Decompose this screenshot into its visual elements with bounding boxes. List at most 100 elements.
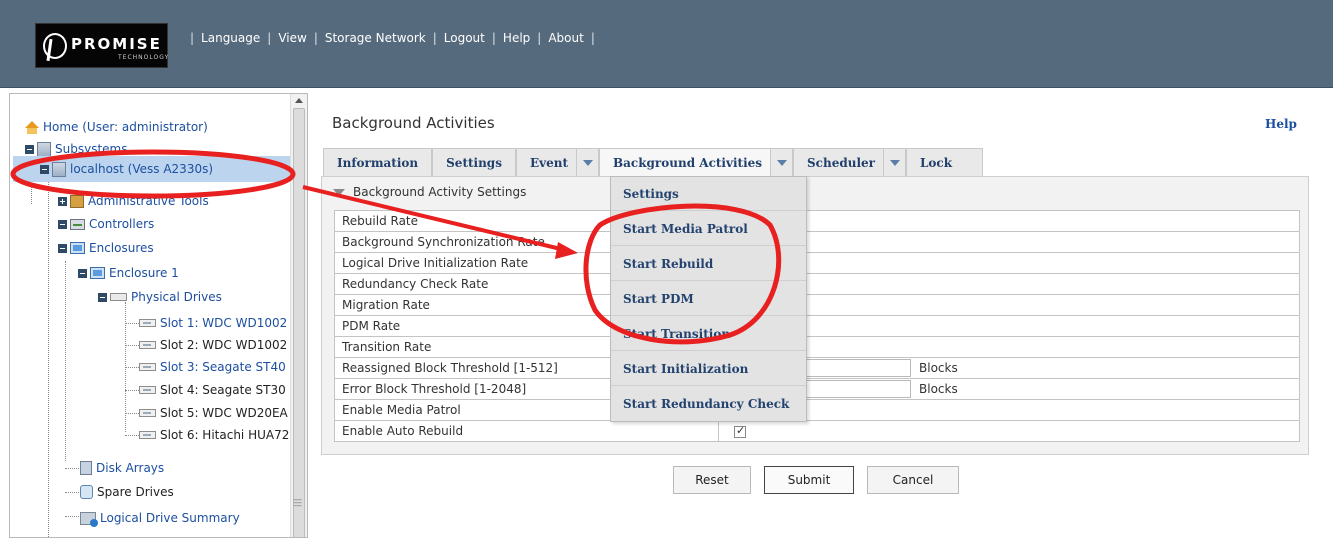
scrollbar-thumb[interactable] [293, 108, 305, 537]
error-threshold-input[interactable] [789, 380, 911, 398]
nav-help[interactable]: Help [503, 31, 530, 45]
tab-bar: Information Settings Event Background Ac… [323, 148, 984, 176]
enable-auto-rebuild-checkbox[interactable] [734, 424, 746, 438]
table-row: Enable Media Patrol [334, 399, 1300, 421]
menu-item-start-redundancy-check[interactable]: Start Redundancy Check [611, 387, 806, 421]
tab-background-activities[interactable]: Background Activities [599, 148, 772, 176]
tree-controllers[interactable]: Controllers [58, 215, 154, 233]
section-header[interactable]: Background Activity Settings [333, 185, 526, 199]
menu-item-start-transition[interactable]: Start Transition [611, 317, 806, 351]
menu-item-settings[interactable]: Settings [611, 177, 806, 211]
tree-scrollbar[interactable]: — — — [290, 94, 307, 537]
drives-icon [110, 293, 127, 301]
table-row: Rebuild Rate [334, 210, 1300, 232]
settings-table: Rebuild Rate Background Synchronization … [334, 210, 1300, 442]
logo-subtext: TECHNOLOGY [118, 54, 170, 61]
logo-text: PROMISE [71, 35, 162, 53]
collapse-icon[interactable] [25, 144, 34, 154]
tree-slot-2[interactable]: Slot 2: WDC WD1002 [139, 336, 287, 354]
table-row: Reassigned Block Threshold [1-512] Block… [334, 357, 1300, 379]
menu-item-start-rebuild[interactable]: Start Rebuild [611, 247, 806, 281]
server-icon [37, 141, 51, 157]
row-label: Enable Auto Rebuild [334, 420, 719, 442]
tree-slot-1[interactable]: Slot 1: WDC WD1002 [139, 314, 287, 332]
navigation-tree: Home (User: administrator) Subsystems lo… [9, 93, 308, 538]
page-title: Background Activities [332, 114, 495, 132]
unit-label: Blocks [919, 381, 958, 396]
drive-icon [139, 341, 156, 349]
tab-lock[interactable]: Lock [905, 148, 984, 176]
enclosure-icon [90, 267, 105, 279]
grip-icon: — — — [293, 495, 302, 511]
tree-slot-6[interactable]: Slot 6: Hitachi HUA72 [139, 426, 289, 444]
tree-enclosure-1[interactable]: Enclosure 1 [78, 264, 179, 282]
tree-slot-4[interactable]: Slot 4: Seagate ST30 [139, 381, 286, 399]
tree-slot-5[interactable]: Slot 5: WDC WD20EA [139, 404, 288, 422]
tab-event-dropdown-icon[interactable] [577, 148, 599, 176]
table-row: Error Block Threshold [1-2048] Blocks [334, 378, 1300, 400]
tab-background-dropdown-icon[interactable] [771, 148, 794, 176]
drive-icon [139, 363, 156, 371]
nav-logout[interactable]: Logout [444, 31, 485, 45]
tree-logical-drive-summary[interactable]: Logical Drive Summary [80, 509, 240, 527]
tab-information[interactable]: Information [323, 148, 433, 176]
controller-icon [70, 218, 85, 230]
expand-icon[interactable] [58, 196, 67, 206]
top-nav: | Language | View | Storage Network | Logout… [190, 31, 595, 45]
tree-physical-drives[interactable]: Physical Drives [98, 288, 222, 306]
table-row: Background Synchronization Rate [334, 231, 1300, 253]
drive-icon [139, 386, 156, 394]
nav-language[interactable]: Language [201, 31, 260, 45]
collapse-icon[interactable] [78, 268, 87, 278]
tree-spare-drives[interactable]: Spare Drives [80, 483, 174, 501]
table-row: Enable Auto Rebuild [334, 420, 1300, 442]
logical-drive-icon [80, 511, 98, 527]
drive-icon [139, 431, 156, 439]
tab-scheduler[interactable]: Scheduler [793, 148, 884, 176]
collapse-icon[interactable] [58, 219, 67, 229]
background-activities-menu: Settings Start Media Patrol Start Rebuil… [610, 176, 807, 422]
reset-button[interactable]: Reset [673, 466, 751, 494]
drive-icon [139, 319, 156, 327]
tree-slot-3[interactable]: Slot 3: Seagate ST40 [139, 358, 286, 376]
collapse-icon[interactable] [40, 164, 49, 174]
submit-button[interactable]: Submit [764, 466, 854, 494]
tree-administrative-tools[interactable]: Administrative Tools [58, 192, 209, 210]
enclosure-icon [70, 242, 85, 254]
table-row: Transition Rate [334, 336, 1300, 358]
tab-settings[interactable]: Settings [432, 148, 516, 176]
nav-view[interactable]: View [278, 31, 306, 45]
tree-home[interactable]: Home (User: administrator) [25, 118, 208, 136]
scroll-up-arrow-icon[interactable] [295, 98, 303, 103]
table-row: PDM Rate [334, 315, 1300, 337]
menu-item-start-media-patrol[interactable]: Start Media Patrol [611, 212, 806, 246]
menu-item-start-pdm[interactable]: Start PDM [611, 282, 806, 316]
home-icon [25, 120, 39, 134]
app-header: PROMISE TECHNOLOGY | Language | View | Stor… [0, 0, 1333, 88]
tab-event[interactable]: Event [515, 148, 577, 176]
cancel-button[interactable]: Cancel [867, 466, 959, 494]
reassigned-threshold-input[interactable] [789, 359, 911, 377]
tree-disk-arrays[interactable]: Disk Arrays [80, 459, 164, 477]
nav-storage-network[interactable]: Storage Network [325, 31, 426, 45]
tree-enclosures[interactable]: Enclosures [58, 239, 154, 257]
help-link[interactable]: Help [1265, 117, 1297, 131]
disk-array-icon [80, 461, 92, 475]
nav-about[interactable]: About [548, 31, 583, 45]
table-row: Migration Rate [334, 294, 1300, 316]
tab-scheduler-dropdown-icon[interactable] [883, 148, 906, 176]
row-value [718, 420, 1300, 442]
section-title: Background Activity Settings [353, 185, 527, 199]
spare-drive-icon [80, 485, 93, 499]
server-icon [52, 161, 66, 177]
menu-item-start-initialization[interactable]: Start Initialization [611, 352, 806, 386]
table-row: Logical Drive Initialization Rate [334, 252, 1300, 274]
collapse-icon[interactable] [58, 243, 67, 253]
tree-localhost-selected[interactable]: localhost (Vess A2330s) [13, 156, 291, 182]
promise-logo-icon [43, 33, 67, 59]
collapse-icon[interactable] [98, 292, 107, 302]
drive-icon [139, 409, 156, 417]
promise-logo: PROMISE TECHNOLOGY [35, 23, 168, 68]
collapse-triangle-icon[interactable] [333, 188, 345, 196]
unit-label: Blocks [919, 360, 958, 375]
